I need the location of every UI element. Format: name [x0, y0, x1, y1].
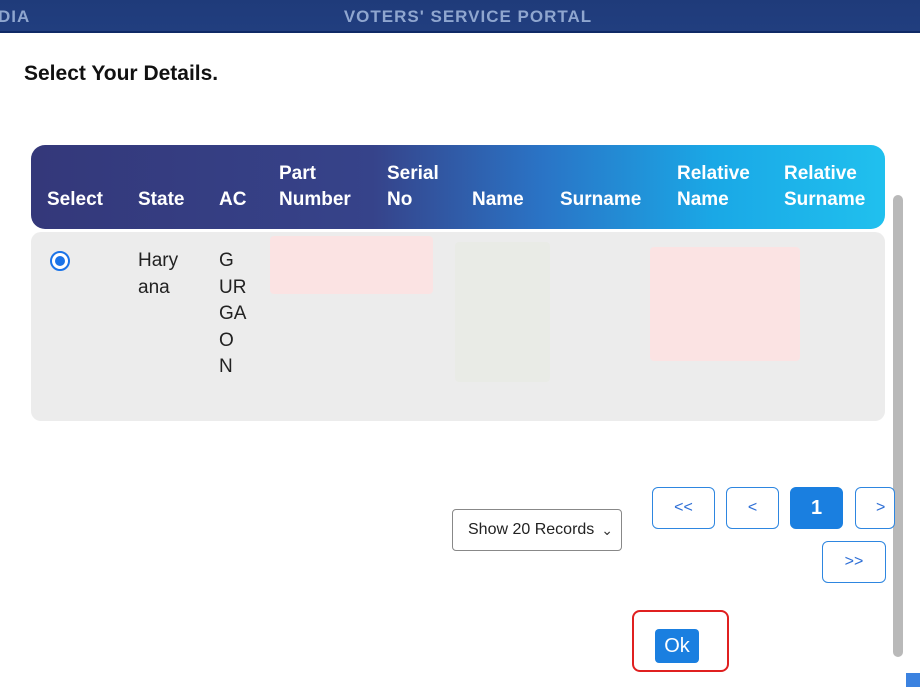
previous-page-button[interactable]: < [726, 487, 779, 529]
select-radio[interactable] [50, 251, 70, 271]
cell-ac: GURGAON [219, 250, 247, 377]
corner-chip [906, 673, 920, 687]
chevron-down-icon: ⌄ [601, 522, 613, 538]
redacted-name [455, 242, 550, 382]
column-header-select: Select [47, 189, 103, 210]
column-header-state: State [138, 189, 185, 210]
records-per-page-select[interactable]: Show 20 Records ⌄ [452, 509, 622, 551]
scrollbar-thumb[interactable] [893, 195, 903, 657]
column-header-relative-name: Relative Name [677, 163, 750, 210]
current-page-button[interactable]: 1 [790, 487, 843, 529]
page-title: Select Your Details. [24, 62, 219, 85]
ok-button[interactable]: Ok [655, 629, 699, 663]
records-per-page-value: Show 20 Records [468, 521, 595, 538]
column-header-serial-no: Serial No [387, 163, 439, 210]
first-page-button[interactable]: << [652, 487, 715, 529]
cell-state: Haryana [138, 250, 179, 298]
redacted-part-serial [270, 236, 433, 294]
redacted-relative-name [650, 247, 800, 361]
last-page-button[interactable]: >> [822, 541, 886, 583]
column-header-part-number: Part Number [279, 163, 351, 210]
portal-header: DIA VOTERS' SERVICE PORTAL [0, 0, 920, 33]
next-page-button[interactable]: > [855, 487, 895, 529]
column-header-ac: AC [219, 189, 247, 210]
column-header-name: Name [472, 189, 524, 210]
portal-title: VOTERS' SERVICE PORTAL [343, 7, 593, 26]
column-header-surname: Surname [560, 189, 642, 210]
column-header-relative-surname: Relative Surname [784, 163, 866, 210]
